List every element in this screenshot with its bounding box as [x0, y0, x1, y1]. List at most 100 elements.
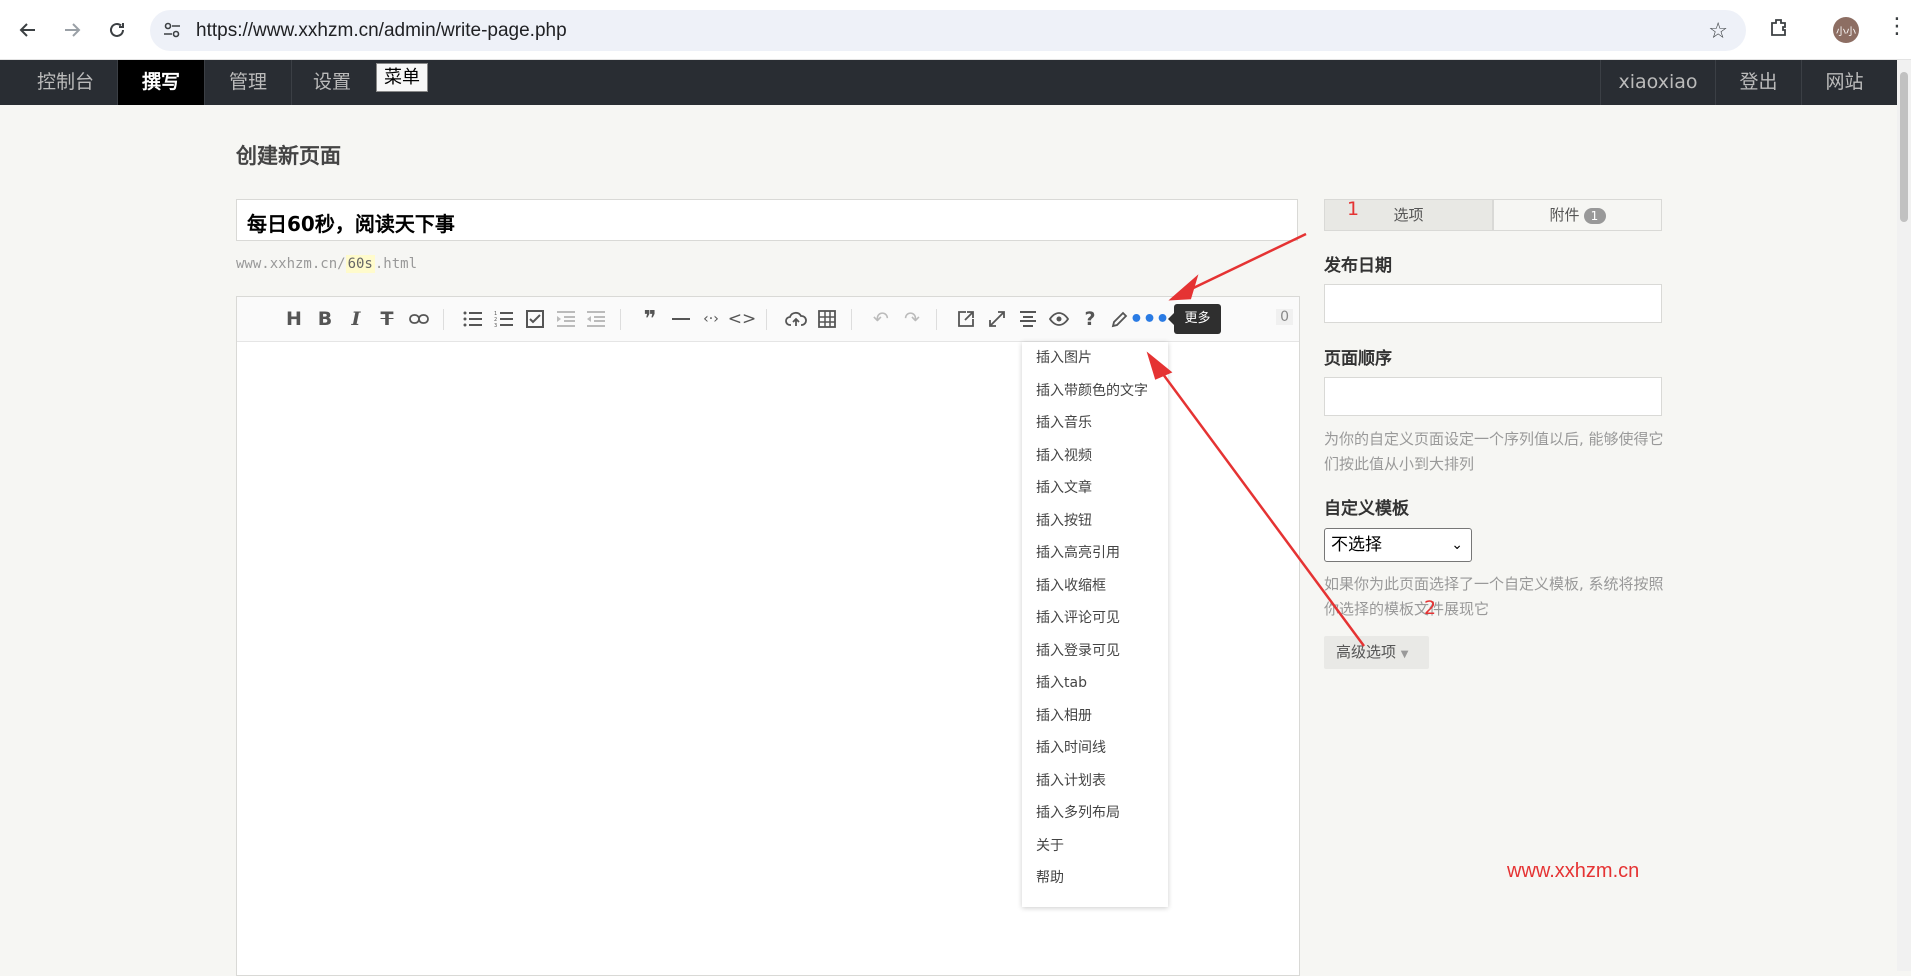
menu-insert-comment-visible[interactable]: 插入评论可见 — [1022, 602, 1168, 635]
publish-date-input[interactable] — [1324, 284, 1662, 323]
page-order-description: 为你的自定义页面设定一个序列值以后, 能够使得它们按此值从小到大排列 — [1324, 430, 1664, 473]
page-order-label: 页面顺序 — [1324, 349, 1392, 369]
menu-help[interactable]: 帮助 — [1022, 862, 1168, 895]
admin-navbar: 控制台 撰写 管理 设置 xiaoxiao 登出 网站 — [0, 60, 1897, 105]
browser-toolbar: https://www.xxhzm.cn/admin/write-page.ph… — [0, 0, 1911, 60]
undo-icon[interactable]: ↶ — [869, 308, 893, 330]
nav-write[interactable]: 撰写 — [118, 60, 205, 105]
extensions-icon[interactable] — [1767, 16, 1791, 44]
preview-eye-icon[interactable] — [1047, 308, 1071, 330]
more-tooltip: 更多 — [1168, 304, 1221, 334]
horizontal-rule-icon[interactable] — [669, 308, 693, 330]
ordered-list-icon[interactable]: 123 — [492, 308, 516, 330]
toolbar-divider — [936, 309, 937, 330]
bookmark-star-icon[interactable]: ☆ — [1708, 19, 1728, 44]
advanced-options-label: 高级选项 — [1336, 643, 1397, 661]
chevron-down-icon: ⌄ — [1451, 537, 1463, 553]
slug-input[interactable]: 60s — [345, 255, 375, 273]
menu-insert-album[interactable]: 插入相册 — [1022, 700, 1168, 733]
url-text[interactable]: https://www.xxhzm.cn/admin/write-page.ph… — [196, 20, 567, 42]
link-icon[interactable] — [407, 308, 431, 330]
inline-code-icon[interactable]: ‹·› — [699, 308, 723, 330]
tab-attachments-label: 附件 — [1549, 206, 1580, 224]
nav-username[interactable]: xiaoxiao — [1600, 60, 1715, 105]
tab-options-label: 选项 — [1393, 206, 1424, 224]
page-order-input[interactable] — [1324, 377, 1662, 416]
toolbar-divider — [443, 309, 444, 330]
caret-down-icon: ▼ — [1400, 649, 1409, 660]
menu-insert-schedule[interactable]: 插入计划表 — [1022, 765, 1168, 798]
quote-icon[interactable]: ❞ — [638, 307, 662, 332]
nav-logout[interactable]: 登出 — [1715, 60, 1801, 105]
menu-insert-colored-text[interactable]: 插入带颜色的文字 — [1022, 375, 1168, 408]
annotation-number-2: 2 — [1424, 597, 1437, 619]
menu-insert-timeline[interactable]: 插入时间线 — [1022, 732, 1168, 765]
redo-icon[interactable]: ↷ — [900, 308, 924, 330]
title-input[interactable]: 每日60秒，阅读天下事 — [236, 199, 1298, 241]
editor-toolbar: H B I T 123 ❞ ‹·› <> ↶ ↷ ? ••• 0 — [237, 297, 1299, 342]
template-selected-value: 不选择 — [1331, 535, 1382, 555]
template-description: 如果你为此页面选择了一个自定义模板, 系统将按照你选择的模板文件展现它 — [1324, 575, 1664, 618]
toolbar-divider — [851, 309, 852, 330]
slug-suffix: .html — [374, 256, 418, 272]
profile-avatar[interactable]: 小小 — [1833, 17, 1859, 43]
open-external-icon[interactable] — [954, 308, 978, 330]
annotation-arrow-1 — [1184, 232, 1307, 294]
more-dropdown-menu: 插入图片 插入带颜色的文字 插入音乐 插入视频 插入文章 插入按钮 插入高亮引用… — [1022, 342, 1168, 907]
fullscreen-icon[interactable] — [985, 308, 1009, 330]
menu-insert-button[interactable]: 插入按钮 — [1022, 505, 1168, 538]
scrollbar-thumb[interactable] — [1900, 72, 1908, 222]
word-count: 0 — [1276, 309, 1293, 325]
svg-text:3: 3 — [494, 323, 497, 328]
nav-manage[interactable]: 管理 — [205, 60, 292, 105]
checklist-icon[interactable] — [523, 308, 547, 330]
menu-insert-tab[interactable]: 插入tab — [1022, 667, 1168, 700]
code-block-icon[interactable]: <> — [728, 308, 757, 330]
menu-about[interactable]: 关于 — [1022, 830, 1168, 863]
strikethrough-icon[interactable]: T — [375, 308, 399, 330]
menu-insert-image[interactable]: 插入图片 — [1022, 342, 1168, 375]
help-question-icon[interactable]: ? — [1078, 308, 1102, 330]
nav-dashboard[interactable]: 控制台 — [14, 60, 118, 105]
menu-insert-columns[interactable]: 插入多列布局 — [1022, 797, 1168, 830]
sidebar-tabs: 选项 附件 1 — [1324, 199, 1662, 231]
title-input-value: 每日60秒，阅读天下事 — [247, 212, 455, 236]
table-icon[interactable] — [815, 308, 839, 330]
watermark-text: www.xxhzm.cn — [1507, 860, 1640, 882]
menu-insert-collapse[interactable]: 插入收缩框 — [1022, 570, 1168, 603]
browser-menu-icon[interactable]: ⋮ — [1886, 16, 1908, 38]
site-settings-icon[interactable] — [162, 20, 182, 44]
toolbar-divider — [766, 309, 767, 330]
advanced-options-button[interactable]: 高级选项 ▼ — [1324, 636, 1429, 669]
slug-prefix: www.xxhzm.cn/ — [236, 256, 346, 272]
outdent-icon[interactable] — [584, 308, 608, 330]
forward-icon[interactable] — [58, 16, 86, 44]
address-bar[interactable]: https://www.xxhzm.cn/admin/write-page.ph… — [150, 10, 1746, 51]
toolbar-divider — [620, 309, 621, 330]
unordered-list-icon[interactable] — [461, 308, 485, 330]
menu-insert-highlight-quote[interactable]: 插入高亮引用 — [1022, 537, 1168, 570]
page-title: 创建新页面 — [236, 144, 341, 168]
menu-insert-article[interactable]: 插入文章 — [1022, 472, 1168, 505]
publish-date-label: 发布日期 — [1324, 256, 1392, 276]
align-center-icon[interactable] — [1016, 308, 1040, 330]
nav-website[interactable]: 网站 — [1801, 60, 1887, 105]
italic-icon[interactable]: I — [344, 308, 368, 330]
reload-icon[interactable] — [103, 16, 131, 44]
bold-icon[interactable]: B — [313, 308, 337, 330]
back-icon[interactable] — [14, 16, 42, 44]
menu-insert-login-visible[interactable]: 插入登录可见 — [1022, 635, 1168, 668]
upload-cloud-icon[interactable] — [784, 308, 808, 330]
template-select[interactable]: 不选择 ⌄ — [1324, 528, 1472, 562]
more-icon[interactable]: ••• — [1129, 307, 1169, 332]
menu-insert-music[interactable]: 插入音乐 — [1022, 407, 1168, 440]
heading-icon[interactable]: H — [282, 308, 306, 330]
nav-settings[interactable]: 设置 — [292, 60, 372, 105]
pencil-icon[interactable] — [1108, 308, 1132, 330]
custom-template-label: 自定义模板 — [1324, 499, 1409, 519]
menu-tooltip: 菜单 — [376, 63, 428, 92]
indent-icon[interactable] — [554, 308, 578, 330]
attachment-count-badge: 1 — [1583, 208, 1606, 224]
tab-attachments[interactable]: 附件 1 — [1493, 199, 1662, 231]
menu-insert-video[interactable]: 插入视频 — [1022, 440, 1168, 473]
